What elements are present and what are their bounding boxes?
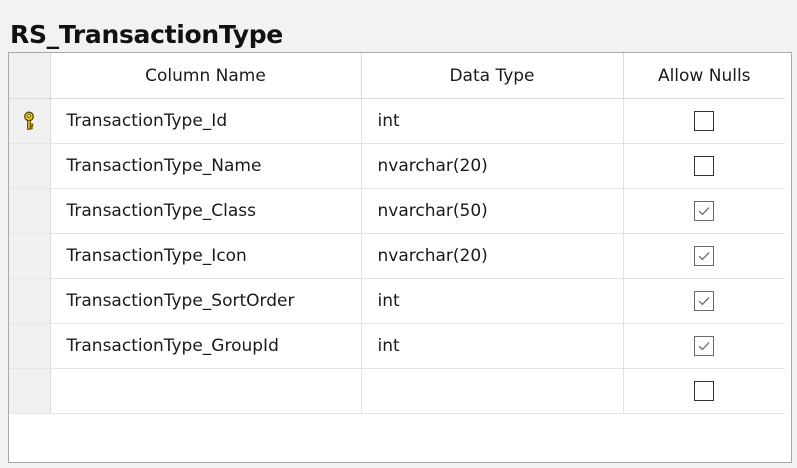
data-type-cell[interactable]: int [361, 98, 624, 144]
checkmark-icon [698, 342, 710, 351]
data-type-header[interactable]: Data Type [361, 53, 624, 99]
allow-nulls-checkbox[interactable] [694, 156, 715, 176]
table-row[interactable]: TransactionType_Id int [9, 98, 785, 144]
allow-nulls-checkbox[interactable] [694, 201, 715, 221]
row-selector[interactable] [9, 278, 51, 324]
allow-nulls-header[interactable]: Allow Nulls [623, 53, 785, 99]
column-name-cell[interactable]: TransactionType_Class [50, 188, 362, 234]
row-selector[interactable] [9, 188, 51, 234]
header-row: Column Name Data Type Allow Nulls [9, 53, 785, 99]
column-name-cell[interactable]: TransactionType_Icon [50, 233, 362, 279]
column-grid: Column Name Data Type Allow Nulls Transa… [8, 52, 792, 463]
allow-nulls-cell [623, 188, 785, 234]
table-row[interactable]: TransactionType_GroupId int [9, 323, 785, 369]
column-name-cell[interactable]: TransactionType_Id [50, 98, 362, 144]
row-selector[interactable] [9, 98, 51, 144]
allow-nulls-checkbox[interactable] [694, 291, 715, 311]
allow-nulls-cell [623, 368, 785, 414]
row-selector-header [9, 53, 51, 99]
checkmark-icon [698, 297, 710, 306]
allow-nulls-checkbox[interactable] [694, 336, 715, 356]
key-icon [22, 111, 36, 131]
table-row[interactable]: TransactionType_Class nvarchar(50) [9, 188, 785, 234]
table-row[interactable]: TransactionType_SortOrder int [9, 278, 785, 324]
allow-nulls-checkbox[interactable] [694, 246, 715, 266]
table-designer-panel: RS_TransactionType Column Name Data Type… [0, 0, 797, 468]
row-selector[interactable] [9, 143, 51, 189]
allow-nulls-cell [623, 233, 785, 279]
column-name-cell[interactable]: TransactionType_Name [50, 143, 362, 189]
allow-nulls-cell [623, 143, 785, 189]
column-name-header[interactable]: Column Name [50, 53, 362, 99]
checkmark-icon [698, 252, 710, 261]
allow-nulls-cell [623, 98, 785, 144]
allow-nulls-checkbox[interactable] [694, 381, 715, 401]
row-selector[interactable] [9, 368, 51, 414]
allow-nulls-checkbox[interactable] [694, 111, 715, 131]
data-type-cell[interactable] [361, 368, 624, 414]
column-name-cell[interactable]: TransactionType_SortOrder [50, 278, 362, 324]
row-selector[interactable] [9, 233, 51, 279]
columns-table: Column Name Data Type Allow Nulls Transa… [9, 53, 785, 414]
table-row-new[interactable] [9, 368, 785, 414]
data-type-cell[interactable]: nvarchar(50) [361, 188, 624, 234]
data-type-cell[interactable]: int [361, 323, 624, 369]
checkmark-icon [698, 207, 710, 216]
column-name-cell[interactable]: TransactionType_GroupId [50, 323, 362, 369]
table-row[interactable]: TransactionType_Icon nvarchar(20) [9, 233, 785, 279]
allow-nulls-cell [623, 323, 785, 369]
allow-nulls-cell [623, 278, 785, 324]
data-type-cell[interactable]: int [361, 278, 624, 324]
data-type-cell[interactable]: nvarchar(20) [361, 233, 624, 279]
row-selector[interactable] [9, 323, 51, 369]
table-row[interactable]: TransactionType_Name nvarchar(20) [9, 143, 785, 189]
data-type-cell[interactable]: nvarchar(20) [361, 143, 624, 189]
table-title: RS_TransactionType [10, 20, 283, 49]
column-name-cell[interactable] [50, 368, 362, 414]
